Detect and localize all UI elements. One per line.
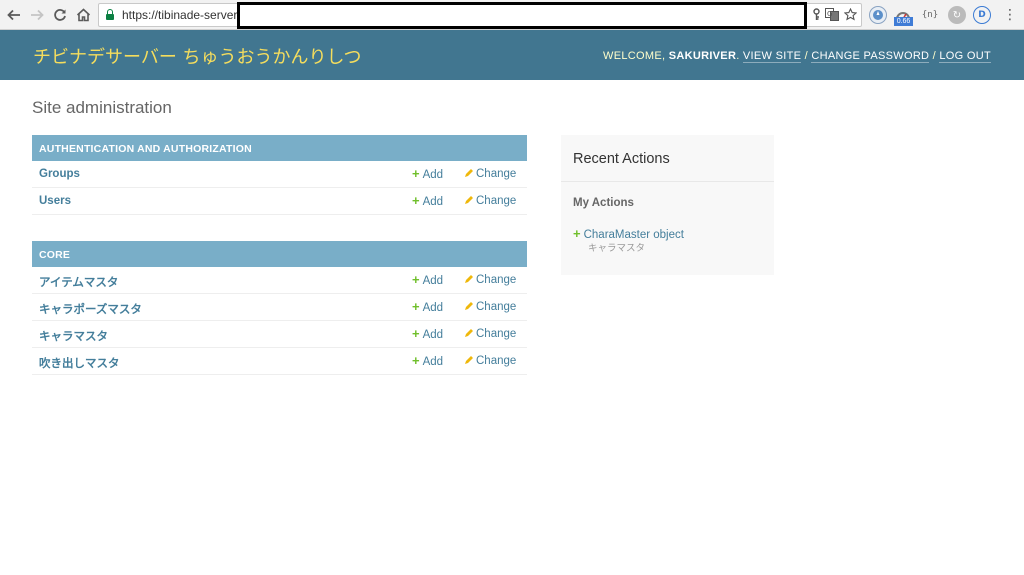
- back-button[interactable]: [5, 5, 23, 25]
- recent-action-type: キャラマスタ: [588, 243, 646, 254]
- table-row: アイテムマスタ + Add Change: [32, 267, 527, 294]
- list-item: + CharaMaster object キャラマスタ: [573, 225, 684, 254]
- pencil-icon: [465, 196, 473, 204]
- svg-text:G: G: [827, 10, 832, 18]
- plus-icon: +: [412, 326, 420, 341]
- add-button[interactable]: + Add: [412, 272, 443, 287]
- extension-braces-icon[interactable]: {n}: [921, 6, 939, 24]
- admin-header: チビナデサーバー ちゅうおうかんりしつ WELCOME, SAKURIVER. …: [0, 30, 1024, 80]
- extension-sync-icon[interactable]: ↻: [948, 6, 966, 24]
- module-caption[interactable]: CORE: [32, 241, 527, 267]
- model-link-users[interactable]: Users: [39, 195, 71, 207]
- plus-icon: +: [412, 166, 420, 181]
- change-password-link[interactable]: CHANGE PASSWORD: [811, 50, 930, 63]
- change-button[interactable]: Change: [464, 301, 516, 313]
- model-link-groups[interactable]: Groups: [39, 168, 80, 180]
- table-row: Users + Add Change: [32, 188, 527, 215]
- redaction-box: [237, 2, 807, 29]
- plus-icon: +: [412, 299, 420, 314]
- log-out-link[interactable]: LOG OUT: [939, 50, 991, 63]
- page-title: Site administration: [32, 98, 172, 117]
- recent-actions-panel: Recent Actions My Actions + CharaMaster o…: [561, 135, 774, 275]
- forward-button[interactable]: [28, 5, 46, 25]
- pencil-icon: [465, 356, 473, 364]
- table-row: キャラマスタ + Add Change: [32, 321, 527, 348]
- table-row: Groups + Add Change: [32, 161, 527, 188]
- my-actions-title: My Actions: [573, 197, 634, 209]
- menu-icon[interactable]: ⋮: [1001, 6, 1019, 24]
- home-icon: [76, 8, 90, 22]
- pencil-icon: [465, 275, 473, 283]
- plus-icon: +: [412, 272, 420, 287]
- plus-icon: +: [412, 193, 420, 208]
- plus-icon: +: [412, 353, 420, 368]
- home-button[interactable]: [74, 5, 92, 25]
- change-button[interactable]: Change: [464, 168, 516, 180]
- change-button[interactable]: Change: [464, 195, 516, 207]
- plus-icon: +: [573, 226, 581, 241]
- browser-toolbar: https://tibinade-server G 0.66 {n} ↻ D ⋮: [0, 0, 1024, 30]
- site-branding[interactable]: チビナデサーバー ちゅうおうかんりしつ: [33, 43, 361, 69]
- arrow-right-icon: [31, 9, 44, 21]
- lock-icon: [106, 9, 114, 20]
- model-link-chara-master[interactable]: キャラマスタ: [39, 328, 108, 344]
- add-button[interactable]: + Add: [412, 299, 443, 314]
- add-button[interactable]: + Add: [412, 353, 443, 368]
- recent-actions-title: Recent Actions: [573, 151, 670, 167]
- username: SAKURIVER: [668, 50, 737, 62]
- table-row: 吹き出しマスタ + Add Change: [32, 348, 527, 375]
- add-button[interactable]: + Add: [412, 326, 443, 341]
- extension-d-icon[interactable]: D: [973, 6, 991, 24]
- model-link-balloon-master[interactable]: 吹き出しマスタ: [39, 355, 120, 371]
- pencil-icon: [465, 169, 473, 177]
- pencil-icon: [465, 329, 473, 337]
- extension-badge: 0.66: [894, 17, 913, 26]
- change-button[interactable]: Change: [464, 328, 516, 340]
- user-tools: WELCOME, SAKURIVER. VIEW SITE / CHANGE P…: [603, 50, 991, 63]
- extension-compass-icon[interactable]: [869, 6, 887, 24]
- model-link-item-master[interactable]: アイテムマスタ: [39, 274, 118, 290]
- divider: [561, 181, 774, 182]
- arrow-left-icon: [7, 9, 20, 21]
- change-button[interactable]: Change: [464, 274, 516, 286]
- translate-icon[interactable]: G: [825, 8, 839, 24]
- change-button[interactable]: Change: [464, 355, 516, 367]
- model-link-chara-pose-master[interactable]: キャラポーズマスタ: [39, 301, 142, 317]
- reload-button[interactable]: [51, 5, 69, 25]
- pencil-icon: [465, 302, 473, 310]
- key-icon[interactable]: [809, 8, 823, 24]
- module-caption[interactable]: AUTHENTICATION AND AUTHORIZATION: [32, 135, 527, 161]
- module-auth: AUTHENTICATION AND AUTHORIZATION Groups …: [32, 135, 527, 215]
- add-button[interactable]: + Add: [412, 193, 443, 208]
- url-text: https://tibinade-server: [122, 8, 238, 22]
- view-site-link[interactable]: VIEW SITE: [742, 50, 802, 63]
- welcome-text: WELCOME,: [603, 50, 666, 62]
- table-row: キャラポーズマスタ + Add Change: [32, 294, 527, 321]
- star-icon[interactable]: [843, 7, 857, 24]
- reload-icon: [54, 9, 66, 21]
- module-core: CORE アイテムマスタ + Add Change キャラポーズマスタ + Add …: [32, 241, 527, 375]
- add-button[interactable]: + Add: [412, 166, 443, 181]
